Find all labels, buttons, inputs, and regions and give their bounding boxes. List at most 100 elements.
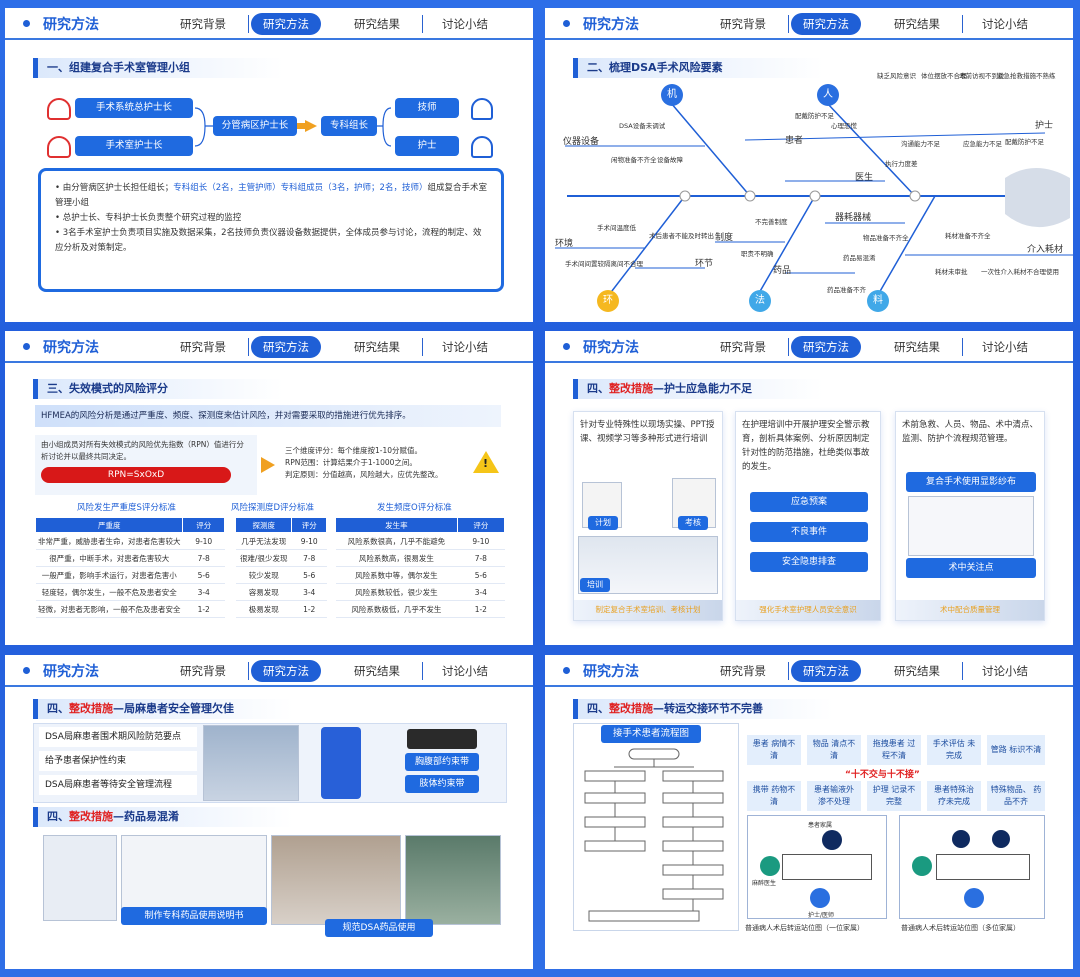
tab-discussion[interactable]: 讨论小结 — [425, 13, 505, 35]
table-row: 几乎无法发现 9-10 — [235, 532, 327, 550]
table-row: 较少发现 5-6 — [235, 566, 327, 584]
tab-methods[interactable]: 研究方法 — [251, 660, 321, 682]
tag-training: 培训 — [580, 578, 610, 592]
tab-discussion[interactable]: 讨论小结 — [425, 336, 505, 358]
role-chief-nurse: 手术系统总护士长 — [75, 98, 193, 118]
hfmea-banner: HFMEA的风险分析是通过严重度、频度、探测度来估计风险，并对需要采取的措施进行… — [35, 405, 501, 427]
bullet-dot — [23, 20, 30, 27]
tab-methods[interactable]: 研究方法 — [791, 13, 861, 35]
bullet-dot — [563, 20, 570, 27]
rpn-rules: 三个维度评分：每个维度按1-10分赋值。 RPN范围：计算结果介于1-1000之… — [285, 445, 469, 481]
tab-discussion[interactable]: 讨论小结 — [425, 660, 505, 682]
tab-methods[interactable]: 研究方法 — [251, 13, 321, 35]
table-row: 风险系数很高，几乎不能避免 9-10 — [335, 532, 505, 550]
training-card: 针对专业特殊性以现场实操、PPT授课、视频学习等多种形式进行培训 计划 考核 培… — [573, 411, 723, 621]
label-drug: 药品 — [773, 266, 792, 276]
factor-text: 闲物准备不齐全 — [611, 156, 657, 164]
detection-table: 探测度 评分 几乎无法发现 9-10 很难/很少发现 7-8 较少发现 5-6 容易发现 3-4 极… — [234, 517, 327, 618]
tab-results[interactable]: 研究结果 — [339, 13, 423, 35]
table-row: 轻微，对患者无影响，一般不危及患者安全 1-2 — [35, 600, 225, 618]
tab-background[interactable]: 研究背景 — [705, 336, 789, 358]
table-header-row: 探测度 评分 — [234, 517, 327, 533]
circle-machine: 机 — [661, 84, 683, 106]
emergency-plan-button[interactable]: 应急预案 — [750, 492, 868, 512]
focus-points-button[interactable]: 术中关注点 — [906, 558, 1036, 578]
arrow-icon — [261, 457, 275, 473]
issue-box: 物品 清点不清 — [807, 735, 861, 765]
chest-restraint-tag: 胸腹部约束带 — [405, 753, 479, 771]
tab-results[interactable]: 研究结果 — [879, 336, 963, 358]
factor-text: 配戴防护不足 — [1005, 138, 1044, 146]
table-cell: 3-4 — [457, 583, 505, 601]
tab-background[interactable]: 研究背景 — [165, 13, 249, 35]
factor-text: 执行力度差 — [885, 160, 918, 168]
slide-title: 研究方法 — [583, 17, 639, 33]
tab-discussion[interactable]: 讨论小结 — [965, 660, 1045, 682]
bullet-dot — [563, 667, 570, 674]
label-environment: 环境 — [555, 239, 574, 249]
restraint-image — [407, 729, 477, 749]
quality-card: 术前急救、人员、物品、术中清点、监测、防护个流程规范管理。 复合手术使用显影纱布… — [895, 411, 1045, 621]
table-cell: 5-6 — [291, 566, 327, 584]
table-cell: 5-6 — [182, 566, 225, 584]
issue-box: 管路 标识不清 — [987, 735, 1045, 765]
card-text: 针对专业特殊性以现场实操、PPT授课、视频学习等多种形式进行培训 — [580, 420, 715, 444]
tab-background[interactable]: 研究背景 — [165, 660, 249, 682]
warning-mark: ! — [483, 457, 489, 470]
flowchart-diagram — [584, 748, 724, 922]
tab-methods[interactable]: 研究方法 — [251, 336, 321, 358]
hazard-check-button[interactable]: 安全隐患排查 — [750, 552, 868, 572]
adverse-event-button[interactable]: 不良事件 — [750, 522, 868, 542]
doctor-figure — [760, 856, 780, 876]
bed-shape — [936, 854, 1030, 880]
table-cell: 3-4 — [291, 583, 327, 601]
tab-background[interactable]: 研究背景 — [705, 13, 789, 35]
tab-results[interactable]: 研究结果 — [339, 336, 423, 358]
table-title-severity: 风险发生严重度S评分标准 — [77, 503, 176, 513]
label-doctor: 医生 — [855, 173, 874, 183]
tag-assessment: 考核 — [678, 516, 708, 530]
label-patient: 患者 — [785, 136, 804, 146]
nurse-icon — [471, 136, 493, 158]
table-cell: 9-10 — [291, 532, 327, 550]
factor-text: 缺乏风险意识 — [877, 72, 916, 80]
tab-background[interactable]: 研究背景 — [165, 336, 249, 358]
tab-methods[interactable]: 研究方法 — [791, 336, 861, 358]
section-heading: 四、整改措施—药品易混淆 — [33, 807, 293, 827]
tab-background[interactable]: 研究背景 — [705, 660, 789, 682]
label-nurse: 护士 — [1035, 121, 1054, 131]
family-figure — [992, 830, 1010, 848]
rule-text: 判定原则：分值越高，风险越大，应优先整改。 — [285, 470, 443, 479]
tab-results[interactable]: 研究结果 — [879, 660, 963, 682]
transport-diagram-1: 患者家属 麻醉医生 护士/医师 — [747, 815, 887, 919]
table-cell: 几乎无法发现 — [235, 532, 292, 550]
tab-results[interactable]: 研究结果 — [879, 13, 963, 35]
doctor-icon — [471, 98, 493, 120]
factor-text: 药品准备不齐 — [827, 286, 866, 294]
nurse-figure — [810, 888, 830, 908]
table-cell: 较少发现 — [235, 566, 292, 584]
bullet-item: • 由分管病区护士长担任组长；专科组长（2名，主管护师）专科组成员（3名，护师；… — [55, 183, 487, 208]
slide-header: 研究方法 研究背景 研究方法 研究结果 讨论小结 — [5, 655, 533, 687]
circle-environment: 环 — [597, 290, 619, 312]
table-row: 风险系数高，很易发生 7-8 — [335, 549, 505, 567]
card-footer: 术中配合质量管理 — [896, 600, 1044, 620]
card-text: 在护理培训中开展护理安全警示教育，剖析具体案例、分析原因制定针对性的防范措施，杜… — [742, 420, 870, 472]
tab-discussion[interactable]: 讨论小结 — [965, 336, 1045, 358]
slide-title: 研究方法 — [43, 340, 99, 356]
measure-item: DSA局麻患者围术期风险防范要点 — [39, 727, 197, 747]
factor-text: 心理恐慌 — [831, 122, 857, 130]
factor-text: 紧急抢救措施不熟练 — [997, 72, 1056, 80]
card-footer: 制定复合手术室培训、考核计划 — [574, 600, 722, 620]
gauze-button[interactable]: 复合手术使用显影纱布 — [906, 472, 1036, 492]
table-cell: 风险系数较低，很少发生 — [335, 583, 458, 601]
rule-text: RPN范围：计算结果介于1-1000之间。 — [285, 458, 417, 467]
tab-methods[interactable]: 研究方法 — [791, 660, 861, 682]
nurse-icon — [47, 98, 71, 120]
tab-results[interactable]: 研究结果 — [339, 660, 423, 682]
rpn-text: 由小组成员对所有失效模式的风险优先指数（RPN）值进行分析讨论并以最终共同决定。 — [41, 440, 244, 461]
bullet-item: • 3名手术室护士负责项目实施及数据采集，2名技师负责仪器设备数据提供，全体成员… — [55, 228, 482, 253]
factor-text: 配戴防护不足 — [795, 112, 834, 120]
tab-discussion[interactable]: 讨论小结 — [965, 13, 1045, 35]
table-title-detection: 风险探测度D评分标准 — [231, 503, 315, 513]
